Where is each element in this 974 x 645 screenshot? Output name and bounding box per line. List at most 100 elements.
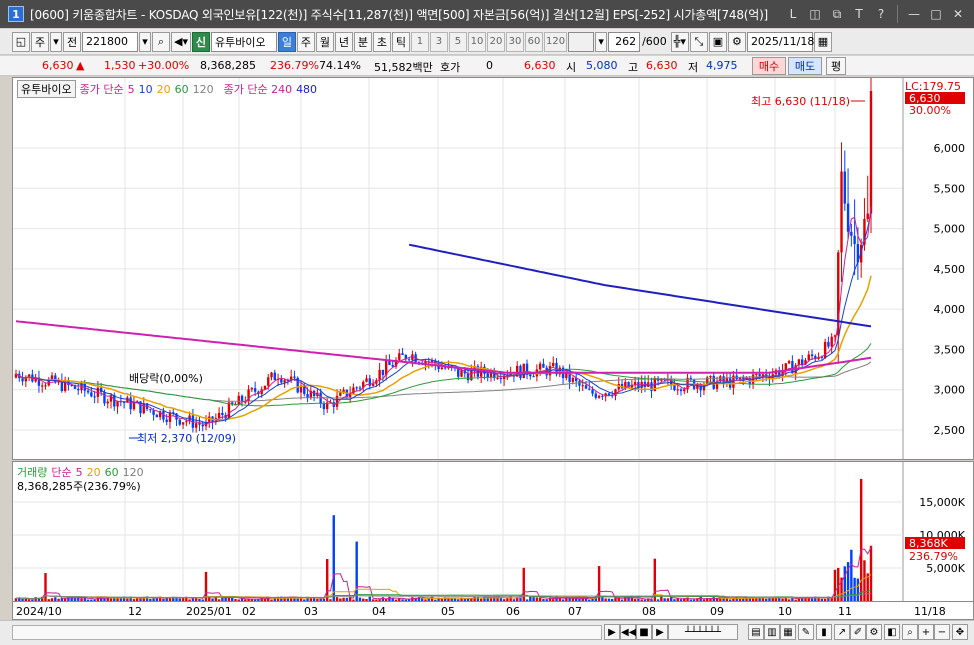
search-icon[interactable]: ⌕ xyxy=(152,31,170,52)
window-controls: L ◫ ⧉ T ? — □ ✕ xyxy=(783,5,968,23)
calendar-icon[interactable]: ▦ xyxy=(813,31,832,52)
candle-body xyxy=(227,402,231,419)
tab-second[interactable]: 초 xyxy=(372,31,391,52)
sell-button[interactable]: 매도 xyxy=(788,57,822,75)
tab-month[interactable]: 월 xyxy=(315,31,334,52)
volume-ma5-line xyxy=(15,547,872,600)
text-icon[interactable]: T xyxy=(849,5,869,23)
stock-code-input[interactable]: 221800 xyxy=(82,31,138,52)
evaluate-button[interactable]: 평 xyxy=(826,57,846,75)
bars-icon[interactable]: ▮ xyxy=(816,624,832,640)
tab-minute[interactable]: 분 xyxy=(353,31,372,52)
candle-body xyxy=(552,362,555,367)
dividend-annotation: 배당락(0,00%) xyxy=(129,372,203,385)
data-count-input[interactable]: 262 xyxy=(608,31,641,52)
chart-scrollbar[interactable] xyxy=(12,625,602,640)
x-axis-label: 05 xyxy=(441,605,455,618)
candle-body xyxy=(614,389,617,396)
price-chart-panel[interactable]: 6,000 5,500 5,000 4,500 4,000 3,500 3,000 2,500… xyxy=(12,77,974,460)
price-chart[interactable]: 6,000 5,500 5,000 4,500 4,000 3,500 3,000 2,500… xyxy=(13,78,974,460)
candle-icon[interactable]: ╬▾ xyxy=(670,31,689,52)
legend-vol-ma60: 60 xyxy=(104,465,119,479)
chart-menu-icon[interactable]: ◱ xyxy=(12,31,30,52)
volume-bar xyxy=(728,599,732,601)
minimize-button[interactable]: — xyxy=(904,5,924,23)
help-icon[interactable]: ? xyxy=(871,5,891,23)
maximize-button[interactable]: □ xyxy=(926,5,946,23)
candle-body xyxy=(398,353,401,360)
trend-icon[interactable]: ↗ xyxy=(834,624,850,640)
interval-120[interactable]: 120 xyxy=(543,31,568,52)
volume-bar xyxy=(136,598,139,601)
candle-body xyxy=(522,363,525,379)
stop-icon[interactable]: ■ xyxy=(636,624,652,640)
pencil-icon[interactable]: ✎ xyxy=(798,624,814,640)
candle-body xyxy=(280,379,283,383)
zoom-in-icon[interactable]: + xyxy=(918,624,934,640)
speaker-icon[interactable]: ◀▾ xyxy=(171,31,191,52)
play-icon[interactable]: ▶ xyxy=(652,624,668,640)
buy-button[interactable]: 매수 xyxy=(752,57,786,75)
volume-chart-panel[interactable]: 15,000K 10,000K 5,000K 8,368K 236.79% 거래량 단순… xyxy=(12,461,974,602)
volume-axis-label: 5,000K xyxy=(926,562,965,575)
price-axis-label: 2,500 xyxy=(934,424,966,437)
interval-3[interactable]: 3 xyxy=(429,31,448,52)
interval-60[interactable]: 60 xyxy=(524,31,543,52)
volume-bar xyxy=(692,599,696,601)
period-type-select[interactable]: 주 xyxy=(31,31,49,52)
x-axis-label: 11/18 xyxy=(914,605,946,618)
interval-20[interactable]: 20 xyxy=(486,31,505,52)
line-tool-icon[interactable]: ⤡ xyxy=(689,31,708,52)
tab-year[interactable]: 년 xyxy=(334,31,353,52)
volume-pct: 236.79% xyxy=(270,59,319,72)
interval-1[interactable]: 1 xyxy=(410,31,429,52)
interval-dropdown-icon[interactable]: ▾ xyxy=(595,31,608,52)
scroll-right-icon[interactable]: ▶ xyxy=(604,624,620,640)
legend-ma60: 60 xyxy=(174,82,189,96)
tab-week[interactable]: 주 xyxy=(296,31,315,52)
pen-icon[interactable]: ✐ xyxy=(850,624,866,640)
prev-button[interactable]: 전 xyxy=(63,31,81,52)
zoom-icon[interactable]: ⌕ xyxy=(902,624,918,640)
date-input[interactable]: 2025/11/18 xyxy=(746,31,814,52)
tab-tick[interactable]: 틱 xyxy=(391,31,410,52)
period-dropdown-icon[interactable]: ▾ xyxy=(50,31,62,52)
save-icon[interactable]: ▣ xyxy=(708,31,727,52)
chart-icon[interactable]: ◧ xyxy=(884,624,900,640)
code-dropdown-icon[interactable]: ▾ xyxy=(139,31,151,52)
data-count-total: /600 xyxy=(642,35,667,48)
layout-grid-icon[interactable]: ▤ xyxy=(748,624,764,640)
interval-10[interactable]: 10 xyxy=(467,31,486,52)
tab-day[interactable]: 일 xyxy=(277,31,296,52)
volume-chart[interactable]: 15,000K10,000K5,000K8,368K236.79% xyxy=(13,462,974,602)
window-number: 1 xyxy=(8,6,24,22)
gear-icon[interactable]: ⚙ xyxy=(727,31,746,52)
interval-5[interactable]: 5 xyxy=(448,31,467,52)
volume-bar xyxy=(869,545,873,601)
rewind-icon[interactable]: ◀◀ xyxy=(620,624,636,640)
legend-ma240: 종가 단순 240 xyxy=(223,83,293,96)
window-split-icon[interactable]: ▥ xyxy=(764,624,780,640)
candle-body xyxy=(532,376,535,378)
candle-body xyxy=(571,377,575,382)
settings-icon[interactable]: ⚙ xyxy=(866,624,882,640)
candle-body xyxy=(21,378,24,382)
volume-bar xyxy=(571,598,575,601)
interval-30[interactable]: 30 xyxy=(505,31,524,52)
close-button[interactable]: ✕ xyxy=(948,5,968,23)
copy-icon[interactable]: ⧉ xyxy=(827,5,847,23)
legend-vol-ma5: 5 xyxy=(75,465,83,479)
stock-name-field[interactable]: 유투바이오 xyxy=(210,31,277,52)
volume-bar xyxy=(31,599,34,601)
layout-icon[interactable]: ◫ xyxy=(805,5,825,23)
low-price: 4,975 xyxy=(706,59,738,72)
link-icon[interactable]: L xyxy=(783,5,803,23)
candle-body xyxy=(198,423,201,425)
zoom-out-icon[interactable]: − xyxy=(934,624,950,640)
zoom-slider[interactable]: ┴┴┴┴┴┴ xyxy=(668,624,738,640)
interval-custom-input[interactable] xyxy=(568,31,595,52)
fullscreen-icon[interactable]: ✥ xyxy=(952,624,968,640)
candle-body xyxy=(365,378,368,382)
volume-bar xyxy=(434,599,437,601)
table-icon[interactable]: ▦ xyxy=(780,624,796,640)
